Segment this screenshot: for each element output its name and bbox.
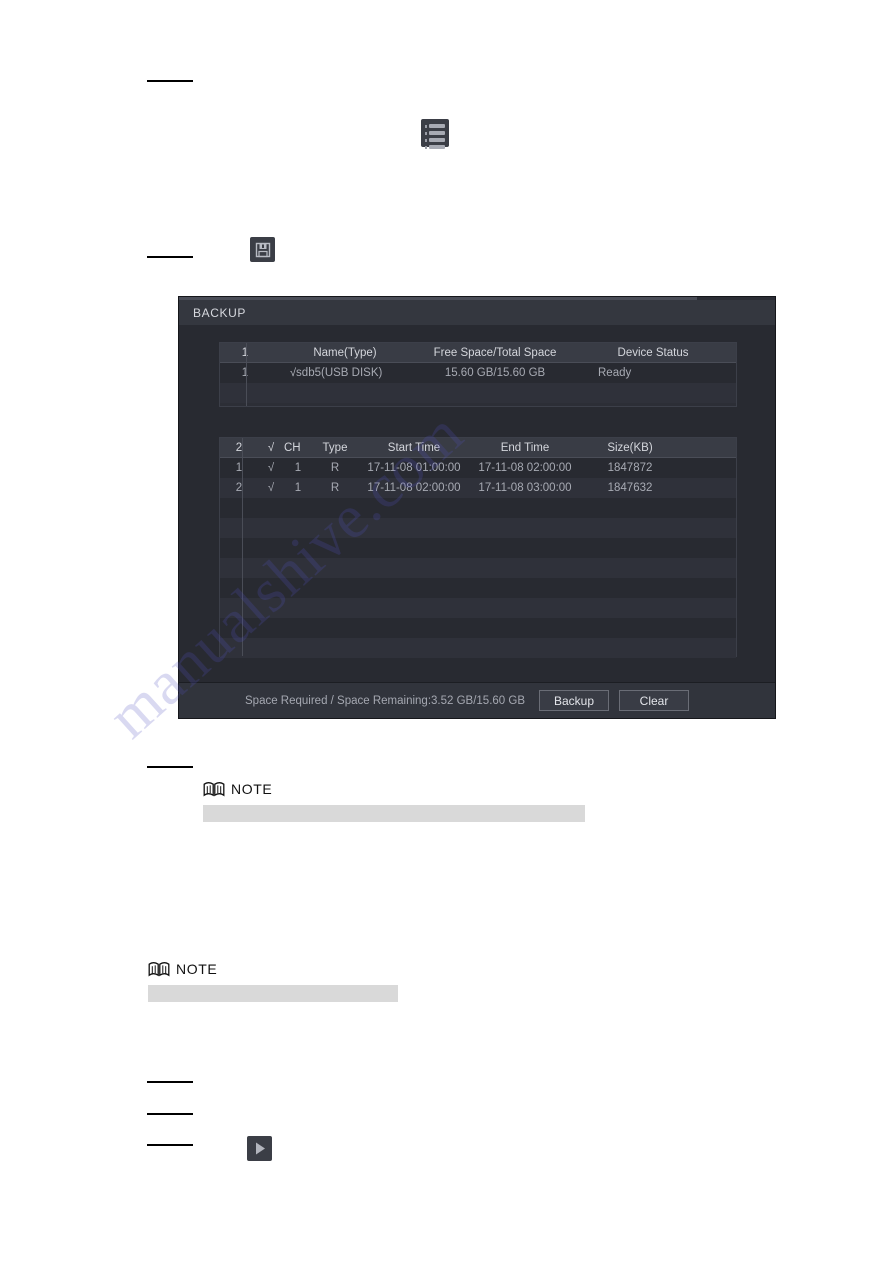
file-checkbox[interactable]: √ bbox=[258, 482, 284, 494]
device-name-label: sdb5(USB DISK) bbox=[296, 367, 383, 379]
table-divider bbox=[242, 438, 243, 656]
column-header-status: Device Status bbox=[617, 346, 689, 359]
file-row-start: 17-11-08 02:00:00 bbox=[367, 482, 461, 494]
table-row-empty[interactable] bbox=[220, 598, 736, 618]
file-row-start: 17-11-08 01:00:00 bbox=[367, 462, 461, 474]
note-redacted-text bbox=[203, 805, 585, 822]
column-header-select-all[interactable]: √ bbox=[258, 442, 284, 454]
device-row-space: 15.60 GB/15.60 GB bbox=[444, 367, 546, 379]
column-header-name: Name(Type) bbox=[313, 346, 377, 359]
table-row-empty[interactable] bbox=[220, 518, 736, 538]
column-header-ch: CH bbox=[284, 441, 301, 454]
dialog-footer: Space Required / Space Remaining:3.52 GB… bbox=[179, 682, 775, 718]
device-row-index: 1 bbox=[241, 367, 249, 379]
file-row-type: R bbox=[330, 462, 340, 474]
redacted-step-rule bbox=[147, 766, 193, 768]
column-header-index: 1 bbox=[241, 346, 249, 359]
column-header-end-time: End Time bbox=[500, 441, 550, 454]
file-row-end: 17-11-08 03:00:00 bbox=[478, 482, 572, 494]
file-table: 2 √ CH Type Start Time End Time Size(KB)… bbox=[219, 437, 737, 678]
device-table: 1 Name(Type) Free Space/Total Space Devi… bbox=[219, 342, 737, 407]
save-floppy-icon[interactable] bbox=[250, 237, 275, 262]
column-header-start-time: Start Time bbox=[387, 441, 441, 454]
note-header: NOTE bbox=[148, 961, 398, 977]
table-row[interactable]: 1 √ 1 R 17-11-08 01:00:00 17-11-08 02:00… bbox=[220, 458, 736, 478]
file-row-ch: 1 bbox=[294, 462, 302, 474]
dialog-title-bar: BACKUP bbox=[179, 300, 775, 325]
file-row-end: 17-11-08 02:00:00 bbox=[478, 462, 572, 474]
table-row-empty[interactable] bbox=[220, 498, 736, 518]
note-label: NOTE bbox=[231, 781, 273, 797]
list-icon-glyph bbox=[425, 124, 445, 149]
open-book-icon bbox=[203, 782, 225, 797]
file-row-index: 1 bbox=[235, 462, 243, 474]
clear-button[interactable]: Clear bbox=[619, 690, 690, 711]
column-header-index: 2 bbox=[235, 441, 243, 454]
table-row-empty[interactable] bbox=[220, 578, 736, 598]
table-row-empty[interactable] bbox=[220, 538, 736, 558]
device-row-status: Ready bbox=[598, 367, 632, 379]
column-header-space: Free Space/Total Space bbox=[433, 346, 557, 359]
table-row[interactable]: 1 √sdb5(USB DISK) 15.60 GB/15.60 GB Read… bbox=[220, 363, 736, 383]
table-row-empty[interactable] bbox=[220, 383, 736, 403]
file-row-size: 1847872 bbox=[607, 462, 653, 474]
play-icon[interactable] bbox=[247, 1136, 272, 1161]
file-row-ch: 1 bbox=[294, 482, 302, 494]
note-callout: NOTE bbox=[148, 961, 398, 1002]
device-row-name[interactable]: √sdb5(USB DISK) bbox=[270, 367, 420, 379]
table-row[interactable]: 2 √ 1 R 17-11-08 02:00:00 17-11-08 03:00… bbox=[220, 478, 736, 498]
dialog-body: 1 Name(Type) Free Space/Total Space Devi… bbox=[179, 325, 775, 682]
note-redacted-text bbox=[148, 985, 398, 1002]
save-floppy-icon-glyph bbox=[250, 237, 275, 262]
redacted-step-rule bbox=[147, 1113, 193, 1115]
space-status-text: Space Required / Space Remaining:3.52 GB… bbox=[245, 694, 526, 707]
file-checkbox[interactable]: √ bbox=[258, 462, 284, 474]
backup-button[interactable]: Backup bbox=[539, 690, 610, 711]
table-row-empty[interactable] bbox=[220, 558, 736, 578]
open-book-icon bbox=[148, 962, 170, 977]
column-header-type: Type bbox=[322, 441, 348, 454]
play-icon-glyph bbox=[247, 1136, 272, 1161]
note-header: NOTE bbox=[203, 781, 585, 797]
list-icon[interactable] bbox=[421, 119, 449, 149]
redacted-step-rule bbox=[147, 256, 193, 258]
file-row-index: 2 bbox=[235, 482, 243, 494]
table-row-empty[interactable] bbox=[220, 618, 736, 638]
redacted-step-rule bbox=[147, 1081, 193, 1083]
column-header-size: Size(KB) bbox=[607, 441, 653, 454]
table-divider bbox=[246, 343, 247, 406]
device-table-header: 1 Name(Type) Free Space/Total Space Devi… bbox=[220, 343, 736, 363]
file-table-header: 2 √ CH Type Start Time End Time Size(KB) bbox=[220, 438, 736, 458]
redacted-step-rule bbox=[147, 80, 193, 82]
file-row-type: R bbox=[330, 482, 340, 494]
redacted-step-rule bbox=[147, 1144, 193, 1146]
page-title: BACKUP bbox=[193, 305, 246, 320]
table-row-empty[interactable] bbox=[220, 638, 736, 658]
backup-dialog: BACKUP 1 Name(Type) Free Space/Total Spa… bbox=[178, 296, 776, 719]
file-row-size: 1847632 bbox=[607, 482, 653, 494]
table-row-empty[interactable] bbox=[220, 658, 736, 678]
note-label: NOTE bbox=[176, 961, 218, 977]
note-callout: NOTE bbox=[203, 781, 585, 822]
